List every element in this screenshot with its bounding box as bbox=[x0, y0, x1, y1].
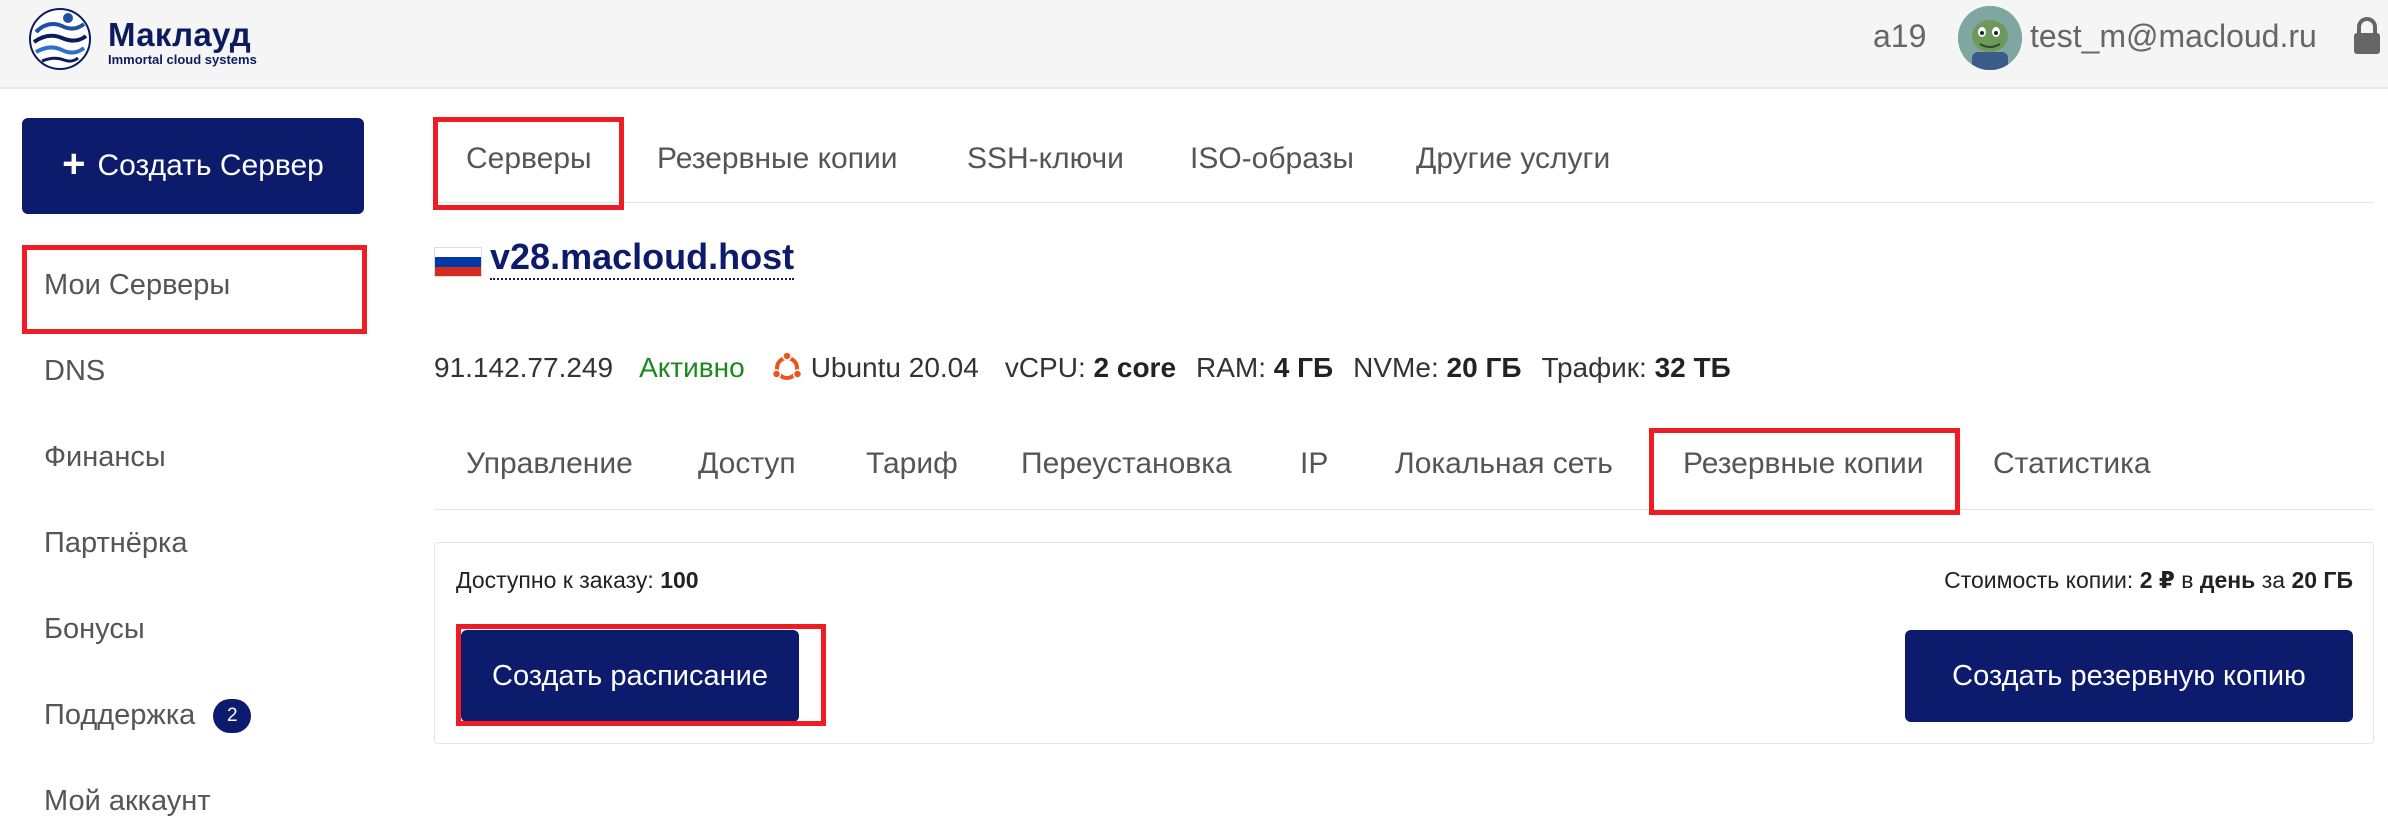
cost-for: за bbox=[2261, 567, 2286, 593]
nvme-label: NVMe: bbox=[1353, 352, 1439, 383]
traffic-label: Трафик: bbox=[1541, 352, 1647, 383]
cost-period: день bbox=[2199, 567, 2256, 593]
user-email[interactable]: test_m@macloud.ru bbox=[2030, 18, 2317, 55]
tab-ssh-keys[interactable]: SSH-ключи bbox=[967, 142, 1124, 176]
vcpu-label: vCPU: bbox=[1004, 352, 1086, 383]
user-avatar-icon bbox=[1958, 6, 2022, 70]
vcpu-value: 2 core bbox=[1093, 352, 1177, 383]
ubuntu-icon bbox=[771, 352, 802, 380]
create-server-label: Создать Сервер bbox=[97, 149, 324, 182]
available-label: Доступно к заказу: bbox=[456, 567, 654, 593]
status-badge: Активно bbox=[639, 352, 745, 383]
nvme-value: 20 ГБ bbox=[1446, 352, 1522, 383]
server-info-row: 91.142.77.249 Активно Ubuntu 20.04 vCPU:… bbox=[434, 350, 1731, 386]
create-server-button[interactable]: + Создать Сервер bbox=[22, 118, 364, 214]
available-to-order: Доступно к заказу: 100 bbox=[456, 567, 699, 594]
tab-other-services[interactable]: Другие услуги bbox=[1416, 142, 1610, 176]
sidebar-item-support-label: Поддержка bbox=[44, 699, 196, 731]
cost-label: Стоимость копии: bbox=[1944, 567, 2134, 593]
macloud-logo-icon bbox=[29, 8, 91, 70]
server-os: Ubuntu 20.04 bbox=[810, 352, 979, 383]
tab-tariff[interactable]: Тариф bbox=[866, 447, 958, 481]
avatar[interactable] bbox=[1958, 6, 2022, 70]
tab-statistics[interactable]: Статистика bbox=[1993, 447, 2151, 481]
plus-icon: + bbox=[62, 142, 86, 186]
tab-backups[interactable]: Резервные копии bbox=[657, 142, 898, 176]
server-ip: 91.142.77.249 bbox=[434, 352, 614, 383]
sidebar-item-support[interactable]: Поддержка 2 bbox=[44, 699, 252, 733]
create-backup-button[interactable]: Создать резервную копию bbox=[1905, 630, 2353, 722]
cost-size: 20 ГБ bbox=[2291, 567, 2353, 593]
sidebar-item-bonuses[interactable]: Бонусы bbox=[44, 613, 145, 646]
tab-reinstall[interactable]: Переустановка bbox=[1021, 447, 1232, 481]
sidebar-item-my-servers[interactable]: Мои Серверы bbox=[44, 269, 230, 302]
backup-cost: Стоимость копии: 2 ₽ в день за 20 ГБ bbox=[1944, 567, 2353, 594]
tab-access[interactable]: Доступ bbox=[698, 447, 796, 481]
lock-icon[interactable] bbox=[2352, 16, 2382, 56]
ram-value: 4 ГБ bbox=[1273, 352, 1334, 383]
ram-label: RAM: bbox=[1196, 352, 1267, 383]
create-schedule-button[interactable]: Создать расписание bbox=[461, 630, 799, 722]
tab-management[interactable]: Управление bbox=[466, 447, 633, 481]
traffic-value: 32 ТБ bbox=[1654, 352, 1731, 383]
tab-ip[interactable]: IP bbox=[1300, 447, 1328, 481]
logo[interactable]: Маклауд Immortal cloud systems bbox=[28, 6, 328, 76]
tab-iso-images[interactable]: ISO-образы bbox=[1190, 142, 1354, 176]
sidebar-item-partner[interactable]: Партнёрка bbox=[44, 527, 187, 560]
sidebar-item-dns[interactable]: DNS bbox=[44, 355, 105, 388]
server-hostname[interactable]: v28.macloud.host bbox=[490, 236, 795, 280]
account-code: a19 bbox=[1873, 18, 1927, 54]
tab-local-network[interactable]: Локальная сеть bbox=[1395, 447, 1613, 481]
cost-in: в bbox=[2181, 567, 2194, 593]
available-value: 100 bbox=[660, 567, 699, 593]
backup-panel: Доступно к заказу: 100 Стоимость копии: … bbox=[434, 542, 2374, 744]
top-header: Маклауд Immortal cloud systems a19 test_… bbox=[0, 0, 2388, 89]
logo-tagline: Immortal cloud systems bbox=[108, 52, 257, 67]
logo-name: Маклауд bbox=[108, 16, 252, 53]
cost-price: 2 ₽ bbox=[2139, 567, 2175, 593]
tab-server-backups[interactable]: Резервные копии bbox=[1683, 447, 1924, 481]
tab-servers[interactable]: Серверы bbox=[466, 142, 592, 176]
top-tabs: Серверы Резервные копии SSH-ключи ISO-об… bbox=[434, 120, 2374, 203]
server-sub-tabs: Управление Доступ Тариф Переустановка IP… bbox=[434, 432, 2374, 510]
support-count-badge: 2 bbox=[213, 699, 252, 733]
sidebar-item-account[interactable]: Мой аккаунт bbox=[44, 785, 211, 818]
russia-flag-icon bbox=[434, 247, 482, 277]
sidebar-item-finance[interactable]: Финансы bbox=[44, 441, 166, 474]
app-root: Маклауд Immortal cloud systems a19 test_… bbox=[0, 0, 2388, 832]
